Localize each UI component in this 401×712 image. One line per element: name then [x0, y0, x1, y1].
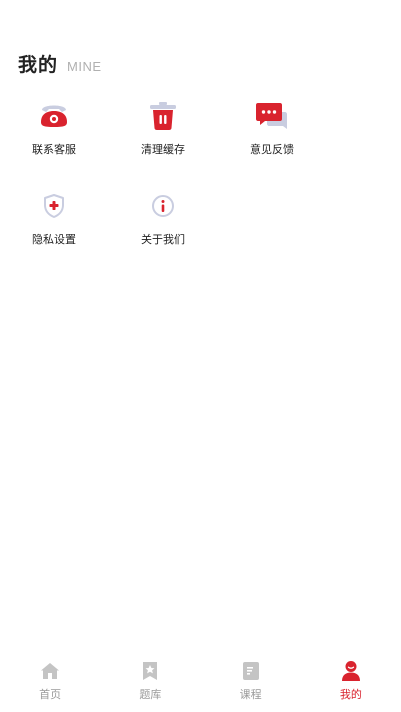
home-icon [39, 660, 61, 682]
feedback-button[interactable]: 意见反馈 [218, 100, 326, 166]
profile-screen: 我的 MINE 联系客服 清理缓存 意见反馈 隐私设置 关于我们 首页 题库 课… [0, 0, 401, 712]
privacy-shield-icon [37, 190, 71, 222]
clear-cache-button[interactable]: 清理缓存 [109, 100, 217, 166]
contact-support-label: 联系客服 [32, 143, 76, 156]
tab-question-bank-label: 题库 [139, 688, 162, 701]
tab-mine-label: 我的 [339, 688, 362, 701]
profile-icon [340, 660, 362, 682]
trash-icon [146, 100, 180, 132]
tab-mine[interactable]: 我的 [301, 654, 401, 712]
about-us-button[interactable]: 关于我们 [109, 190, 217, 256]
feedback-label: 意见反馈 [250, 143, 294, 156]
clear-cache-label: 清理缓存 [141, 143, 185, 156]
phone-icon [37, 100, 71, 132]
info-icon [146, 190, 180, 222]
course-icon [240, 660, 262, 682]
page-header: 我的 MINE [18, 50, 102, 77]
page-title: 我的 [18, 54, 59, 76]
bottom-tab-bar: 首页 题库 课程 我的 [0, 654, 401, 712]
tab-question-bank[interactable]: 题库 [100, 654, 200, 712]
tab-course-label: 课程 [239, 688, 262, 701]
page-subtitle: MINE [67, 59, 102, 74]
feedback-chat-icon [255, 100, 289, 132]
question-bank-icon [139, 660, 161, 682]
tab-course[interactable]: 课程 [201, 654, 301, 712]
contact-support-button[interactable]: 联系客服 [0, 100, 108, 166]
privacy-settings-label: 隐私设置 [32, 233, 76, 246]
about-us-label: 关于我们 [141, 233, 185, 246]
tab-home[interactable]: 首页 [0, 654, 100, 712]
tab-home-label: 首页 [39, 688, 62, 701]
privacy-settings-button[interactable]: 隐私设置 [0, 190, 108, 256]
